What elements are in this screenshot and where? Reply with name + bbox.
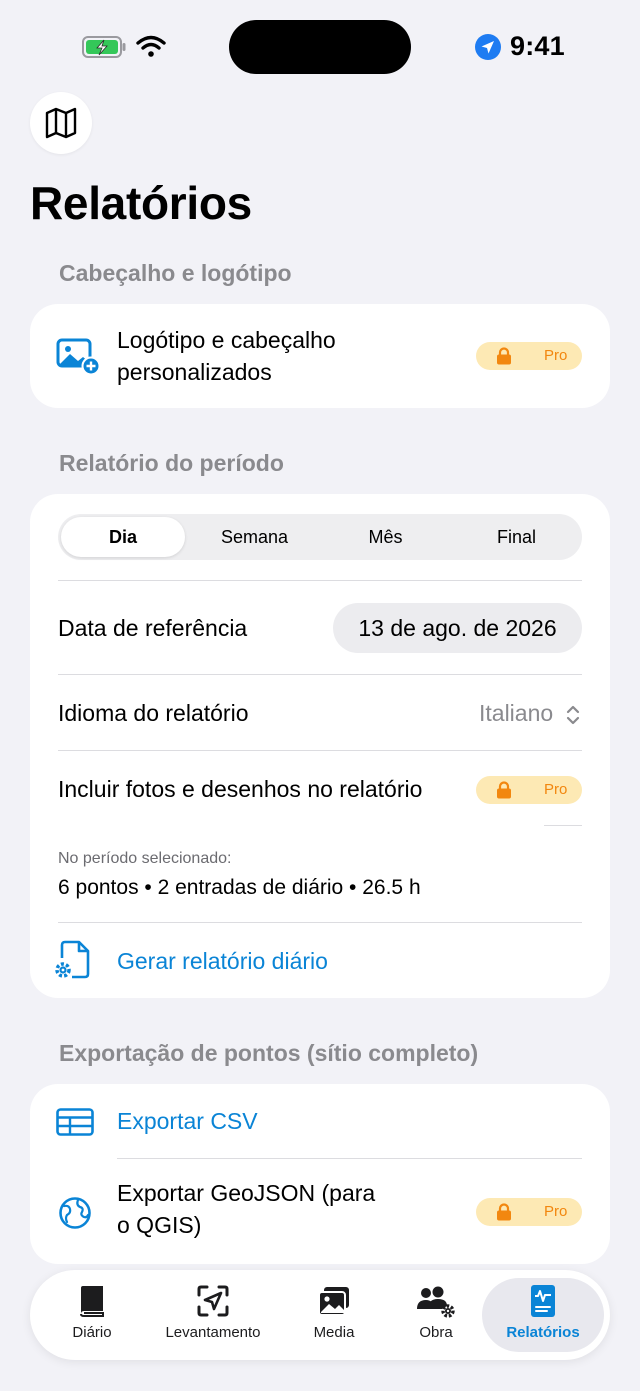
book-icon bbox=[80, 1286, 104, 1317]
header-logo-line2: personalizados bbox=[117, 359, 272, 385]
battery-charging-icon bbox=[82, 36, 126, 58]
tab-levantamento[interactable]: Levantamento bbox=[148, 1278, 278, 1352]
pro-badge-label: Pro bbox=[544, 781, 568, 798]
include-photos-label: Incluir fotos e desenhos no relatório bbox=[58, 776, 423, 802]
divider bbox=[117, 1158, 582, 1159]
tab-obra-label: Obra bbox=[419, 1324, 453, 1341]
export-geojson-button[interactable]: Exportar GeoJSON (para o QGIS) Pro bbox=[30, 1160, 610, 1264]
map-button[interactable] bbox=[30, 92, 92, 154]
tab-obra[interactable]: Obra bbox=[384, 1278, 488, 1352]
divider bbox=[58, 580, 582, 581]
section-heading-export: Exportação de pontos (sítio completo) bbox=[59, 1040, 479, 1066]
dynamic-island bbox=[229, 20, 411, 74]
summary-value: 6 pontos • 2 entradas de diário • 26.5 h bbox=[58, 876, 421, 899]
lock-icon bbox=[497, 781, 511, 799]
pro-badge: Pro bbox=[476, 342, 582, 370]
tab-final[interactable]: Final bbox=[451, 514, 582, 560]
divider bbox=[58, 922, 582, 923]
export-geojson-line2: o QGIS) bbox=[117, 1212, 202, 1238]
header-logo-card[interactable]: Logótipo e cabeçalho personalizados Pro bbox=[30, 304, 610, 408]
pro-badge-label: Pro bbox=[544, 1203, 568, 1220]
chevron-up-down-icon bbox=[566, 705, 580, 725]
tab-semana[interactable]: Semana bbox=[189, 514, 320, 560]
generate-report-button[interactable]: Gerar relatório diário bbox=[30, 924, 610, 996]
table-icon bbox=[56, 1108, 94, 1136]
wifi-icon bbox=[136, 35, 166, 57]
period-report-card: Dia Semana Mês Final Data de referência … bbox=[30, 494, 610, 998]
status-bar: 9:41 bbox=[0, 0, 640, 90]
status-time: 9:41 bbox=[510, 31, 565, 61]
export-csv-label: Exportar CSV bbox=[117, 1108, 258, 1134]
reference-date-picker[interactable]: 13 de ago. de 2026 bbox=[333, 603, 582, 653]
tab-mes[interactable]: Mês bbox=[320, 514, 451, 560]
divider bbox=[58, 674, 582, 675]
tab-diario[interactable]: Diário bbox=[40, 1278, 144, 1352]
document-gear-icon bbox=[55, 940, 90, 979]
divider bbox=[544, 825, 582, 826]
scan-location-icon bbox=[197, 1285, 229, 1317]
globe-icon bbox=[59, 1197, 91, 1229]
tab-dia[interactable]: Dia bbox=[61, 517, 185, 557]
photo-stack-icon bbox=[318, 1287, 349, 1316]
tab-relatorios-label: Relatórios bbox=[506, 1324, 580, 1341]
generate-report-label: Gerar relatório diário bbox=[117, 948, 328, 974]
tab-levantamento-label: Levantamento bbox=[165, 1324, 261, 1341]
tab-relatorios[interactable]: Relatórios bbox=[482, 1278, 604, 1352]
export-card: Exportar CSV Exportar GeoJSON (para o QG… bbox=[30, 1084, 610, 1264]
report-language-label: Idioma do relatório bbox=[58, 700, 249, 726]
photo-add-icon bbox=[56, 338, 101, 376]
period-segmented-control[interactable]: Dia Semana Mês Final bbox=[58, 514, 582, 560]
tab-diario-label: Diário bbox=[72, 1324, 112, 1341]
tab-media[interactable]: Media bbox=[282, 1278, 386, 1352]
report-document-icon bbox=[531, 1285, 555, 1317]
summary-caption: No período selecionado: bbox=[58, 850, 232, 867]
section-heading-header: Cabeçalho e logótipo bbox=[59, 260, 292, 286]
pro-badge-label: Pro bbox=[544, 347, 568, 364]
export-csv-button[interactable]: Exportar CSV bbox=[30, 1084, 610, 1158]
pro-badge[interactable]: Pro bbox=[476, 776, 582, 804]
lock-icon bbox=[497, 1203, 511, 1221]
section-heading-period: Relatório do período bbox=[59, 450, 284, 476]
lock-icon bbox=[497, 347, 511, 365]
tab-bar: Diário Levantamento Media Obra Relatório… bbox=[30, 1270, 610, 1360]
tab-media-label: Media bbox=[313, 1324, 355, 1341]
export-geojson-line1: Exportar GeoJSON (para bbox=[117, 1180, 376, 1206]
page-title: Relatórios bbox=[30, 177, 252, 229]
pro-badge: Pro bbox=[476, 1198, 582, 1226]
report-language-value: Italiano bbox=[479, 700, 554, 726]
report-language-picker[interactable]: Italiano bbox=[470, 700, 582, 730]
reference-date-label: Data de referência bbox=[58, 615, 248, 641]
location-arrow-icon bbox=[475, 34, 501, 60]
people-gear-icon bbox=[417, 1286, 455, 1318]
header-logo-line1: Logótipo e cabeçalho bbox=[117, 327, 336, 353]
map-icon bbox=[45, 107, 77, 139]
divider bbox=[58, 750, 582, 751]
